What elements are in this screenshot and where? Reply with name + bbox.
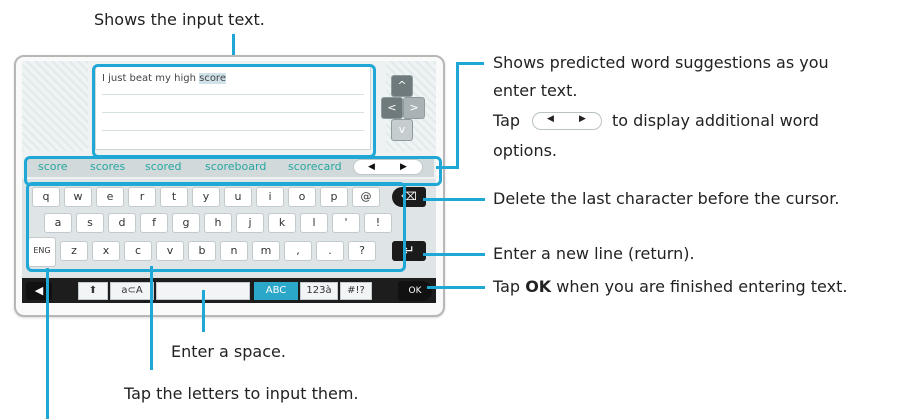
case-toggle-key[interactable]: a⊂A: [110, 282, 154, 300]
leader-line-space: [202, 290, 205, 332]
leader-line-predicted-top: [456, 62, 484, 65]
annotation-tap-line2: options.: [493, 141, 558, 160]
cursor-right-button[interactable]: >: [403, 97, 425, 119]
keyboard-bottom-bar: ◀ ⬆ a⊂A ABC 123à #!? OK: [22, 278, 436, 303]
inline-arrow-pill: ◀ ▶: [532, 112, 602, 130]
leader-line-letters: [150, 266, 153, 370]
leader-line-predicted-vertical: [456, 62, 459, 169]
annotation-ok-bold: OK: [525, 277, 552, 296]
ok-button[interactable]: OK: [398, 281, 432, 301]
annotation-ok: Tap OK when you are finished entering te…: [493, 277, 847, 296]
annotation-predicted-line2: enter text.: [493, 81, 578, 100]
annotation-input-text: Shows the input text.: [94, 10, 265, 29]
annotation-predicted-line1: Shows predicted word suggestions as you: [493, 53, 829, 72]
cursor-down-button[interactable]: v: [391, 119, 413, 141]
arrow-right-icon: ▶: [579, 114, 586, 124]
left-panel-pattern: [22, 61, 88, 151]
highlight-text-area: [92, 64, 376, 158]
annotation-tap-suffix: to display additional word: [612, 111, 819, 130]
mode-abc-key[interactable]: ABC: [254, 282, 298, 300]
leader-line-delete: [423, 198, 485, 201]
annotation-delete: Delete the last character before the cur…: [493, 189, 840, 208]
arrow-left-icon: ◀: [547, 114, 554, 124]
annotation-tap-prefix: Tap: [493, 111, 521, 130]
shift-key[interactable]: ⬆: [78, 282, 108, 300]
annotation-space: Enter a space.: [171, 342, 286, 361]
mode-symbol-key[interactable]: #!?: [340, 282, 372, 300]
leader-line-language: [46, 268, 49, 419]
leader-line-newline: [423, 253, 485, 256]
annotation-ok-prefix: Tap: [493, 277, 521, 296]
annotation-ok-suffix: when you are finished entering text.: [556, 277, 848, 296]
annotation-letters: Tap the letters to input them.: [124, 384, 359, 403]
mode-number-key[interactable]: 123à: [300, 282, 338, 300]
leader-line-predicted: [436, 166, 456, 169]
cursor-up-button[interactable]: ^: [391, 75, 413, 97]
highlight-letter-keys: [26, 182, 406, 272]
annotation-newline: Enter a new line (return).: [493, 244, 695, 263]
cursor-left-button[interactable]: <: [381, 97, 403, 119]
leader-line-ok: [427, 286, 485, 289]
